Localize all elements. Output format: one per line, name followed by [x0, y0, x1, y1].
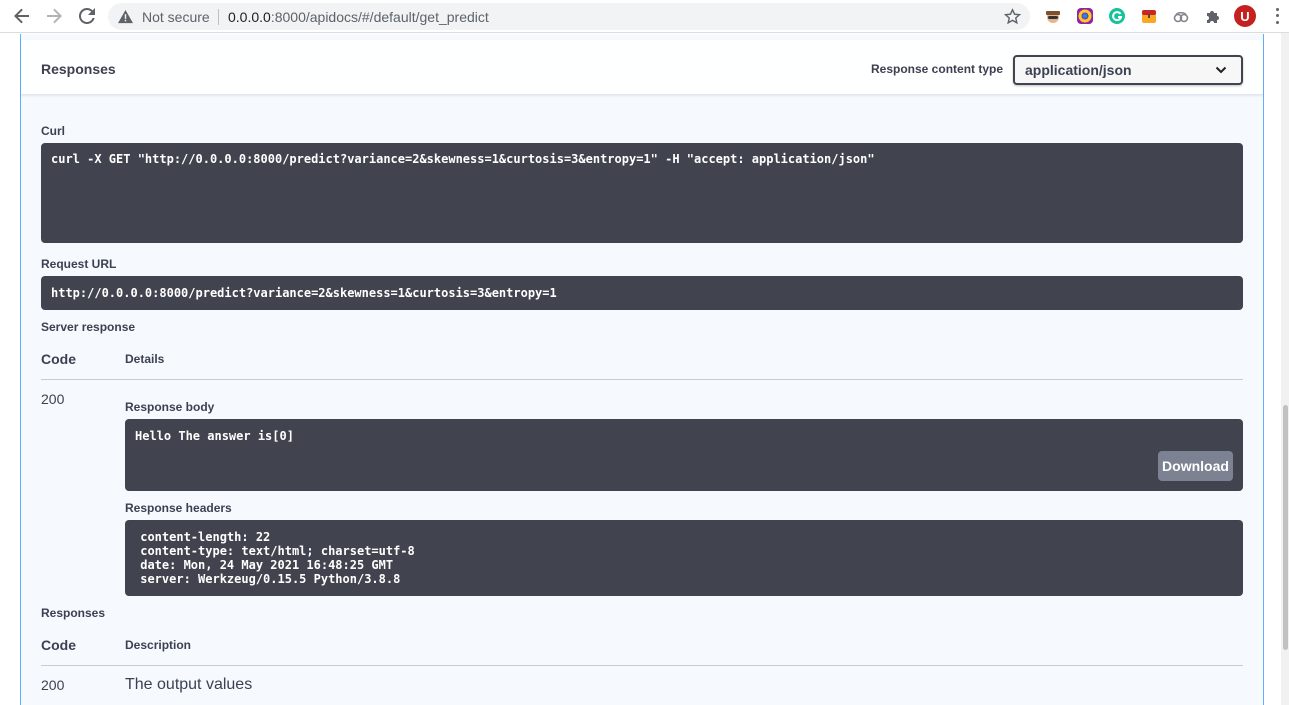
response-headers-block[interactable]: content-length: 22 content-type: text/ht… — [125, 520, 1243, 596]
responses-title: Responses — [41, 61, 116, 77]
response-body-block[interactable]: Hello The answer is[0] Download — [125, 419, 1243, 491]
address-separator — [218, 9, 219, 25]
curl-code-block[interactable]: curl -X GET "http://0.0.0.0:8000/predict… — [41, 143, 1243, 243]
reload-icon[interactable] — [76, 5, 98, 27]
server-response-label: Server response — [41, 320, 136, 334]
curl-label: Curl — [41, 124, 65, 138]
treasure-chest-icon[interactable] — [1139, 6, 1159, 26]
responses-table-label: Responses — [41, 606, 106, 620]
chevron-down-icon — [1215, 66, 1227, 74]
browser-menu-icon[interactable] — [1270, 6, 1284, 26]
responses-header: Responses Response content type applicat… — [21, 40, 1263, 95]
incognito-spy-icon[interactable] — [1043, 6, 1063, 26]
url-host: 0.0.0.0 — [228, 9, 271, 25]
response-body-label: Response body — [125, 400, 215, 414]
content-type-label: Response content type — [871, 62, 1004, 76]
colorful-circle-icon[interactable] — [1075, 6, 1095, 26]
request-url-label: Request URL — [41, 257, 117, 271]
profile-avatar[interactable]: U — [1234, 5, 1256, 27]
back-arrow-icon[interactable] — [11, 5, 33, 27]
table-divider — [41, 379, 1243, 380]
not-secure-label[interactable]: Not secure — [142, 9, 210, 25]
warning-triangle-icon[interactable] — [118, 9, 133, 24]
url-path: :8000/apidocs/#/default/get_predict — [270, 9, 489, 25]
puzzle-extensions-icon[interactable] — [1203, 6, 1223, 26]
server-response-details-header: Details — [125, 352, 165, 366]
url-text[interactable]: 0.0.0.0:8000/apidocs/#/default/get_predi… — [228, 9, 489, 25]
responses-code: 200 — [41, 677, 65, 693]
server-response-code: 200 — [41, 391, 65, 407]
responses-description-header: Description — [125, 638, 192, 652]
curl-command: curl -X GET "http://0.0.0.0:8000/predict… — [51, 152, 875, 166]
scrollbar-thumb[interactable] — [1283, 405, 1288, 650]
responses-description: The output values — [125, 676, 253, 693]
download-button[interactable]: Download — [1158, 451, 1233, 481]
address-bar[interactable]: Not secure 0.0.0.0:8000/apidocs/#/defaul… — [108, 3, 1030, 30]
server-response-code-header: Code — [41, 351, 76, 367]
forward-arrow-icon[interactable] — [43, 5, 65, 27]
request-url-block[interactable]: http://0.0.0.0:8000/predict?variance=2&s… — [41, 276, 1243, 310]
request-url-value: http://0.0.0.0:8000/predict?variance=2&s… — [51, 286, 557, 300]
response-headers-text: content-length: 22 content-type: text/ht… — [140, 530, 415, 586]
browser-toolbar: Not secure 0.0.0.0:8000/apidocs/#/defaul… — [0, 0, 1289, 33]
bookmark-star-icon[interactable] — [1004, 8, 1021, 25]
response-body-text: Hello The answer is[0] — [135, 429, 294, 443]
response-headers-label: Response headers — [125, 501, 232, 515]
responses-code-header: Code — [41, 637, 76, 653]
table-divider — [41, 665, 1243, 666]
operation-block: Responses Response content type applicat… — [20, 34, 1264, 705]
swagger-page: Responses Response content type applicat… — [0, 34, 1289, 705]
cloud-link-icon[interactable] — [1171, 6, 1191, 26]
content-type-value: application/json — [1025, 62, 1132, 78]
content-type-select[interactable]: application/json — [1013, 55, 1243, 85]
grammarly-icon[interactable] — [1107, 6, 1127, 26]
